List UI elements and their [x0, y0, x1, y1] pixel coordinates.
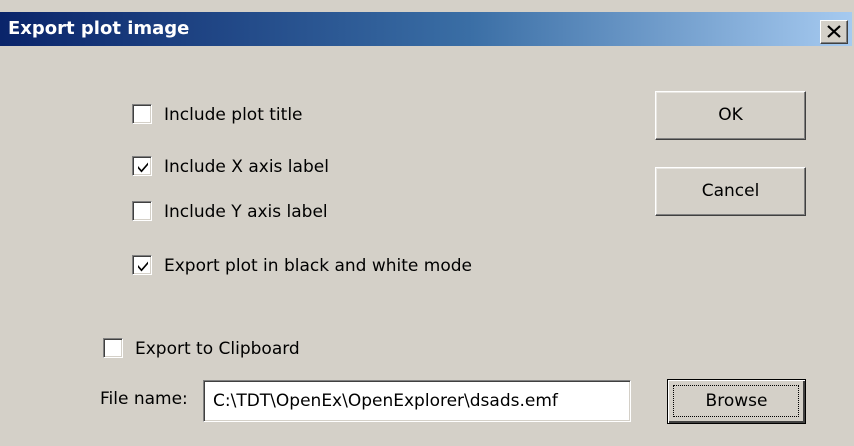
file-name-label: File name:	[100, 389, 188, 409]
include-x-axis-label-label: Include X axis label	[164, 157, 329, 177]
checkmark-icon	[138, 162, 148, 173]
close-button[interactable]	[820, 20, 848, 44]
file-name-value: C:\TDT\OpenEx\OpenExplorer\dsads.emf	[213, 391, 558, 411]
ok-button-label: OK	[718, 105, 743, 125]
checkbox-box[interactable]	[132, 104, 152, 124]
include-plot-title-label: Include plot title	[164, 105, 303, 125]
close-icon	[827, 25, 841, 38]
ok-button[interactable]: OK	[655, 91, 806, 140]
checkbox-box[interactable]	[103, 338, 123, 358]
file-name-input[interactable]: C:\TDT\OpenEx\OpenExplorer\dsads.emf	[203, 380, 631, 422]
include-y-axis-label-label: Include Y axis label	[164, 202, 328, 222]
checkbox-box[interactable]	[132, 201, 152, 221]
focus-rectangle	[673, 385, 799, 417]
checkbox-box[interactable]	[132, 156, 152, 176]
export-plot-image-dialog: Export plot image Include plot title Inc…	[0, 0, 854, 446]
export-black-white-label: Export plot in black and white mode	[164, 256, 472, 276]
dialog-title: Export plot image	[8, 18, 190, 39]
browse-button[interactable]: Browse	[667, 379, 806, 424]
title-bar[interactable]: Export plot image	[0, 12, 852, 46]
cancel-button[interactable]: Cancel	[655, 167, 806, 216]
export-to-clipboard-label: Export to Clipboard	[135, 339, 300, 359]
cancel-button-label: Cancel	[701, 181, 760, 201]
checkmark-icon	[138, 261, 148, 272]
checkbox-box[interactable]	[132, 255, 152, 275]
